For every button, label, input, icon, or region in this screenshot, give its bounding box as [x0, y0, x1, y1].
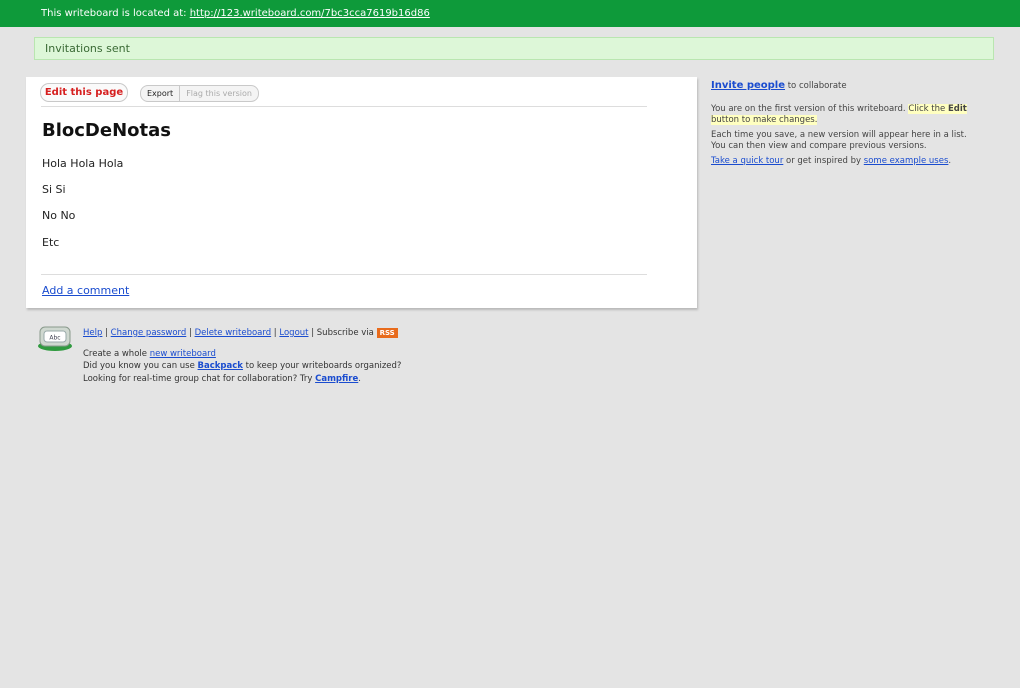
invite-suffix: to collaborate — [787, 81, 847, 91]
help-link[interactable]: Help — [83, 328, 102, 338]
campfire-link[interactable]: Campfire — [315, 374, 358, 384]
example-uses-link[interactable]: some example uses — [864, 156, 949, 166]
backpack-link[interactable]: Backpack — [198, 361, 243, 371]
writeboard-url-link[interactable]: http://123.writeboard.com/7bc3cca7619b16… — [190, 8, 430, 19]
subscribe-text: Subscribe via — [316, 328, 374, 338]
export-button[interactable]: Export — [141, 86, 181, 101]
content-line: No No — [42, 209, 76, 222]
logout-link[interactable]: Logout — [279, 328, 308, 338]
page-title: BlocDeNotas — [42, 120, 171, 141]
writeboard-panel: Edit this page Export Flag this version … — [26, 77, 697, 308]
quick-tour-link[interactable]: Take a quick tour — [711, 156, 783, 166]
inspired-text: or get inspired by — [786, 156, 862, 166]
versions-text: Each time you save, a new version will a… — [711, 130, 967, 151]
svg-text:Abc: Abc — [49, 335, 60, 342]
new-writeboard-link[interactable]: new writeboard — [150, 349, 216, 359]
campfire-text: Looking for real-time group chat for col… — [83, 373, 313, 384]
divider — [41, 106, 647, 107]
sidebar: Invite people to collaborate You are on … — [711, 80, 981, 167]
flag-version-button[interactable]: Flag this version — [180, 86, 258, 101]
location-label: This writeboard is located at: — [41, 8, 187, 19]
invite-people-link[interactable]: Invite people — [711, 80, 785, 91]
writeboard-logo-icon: Abc — [36, 322, 74, 352]
content-line: Si Si — [42, 183, 66, 196]
backpack-text-end: to keep your writeboards organized? — [245, 361, 402, 371]
edit-page-button[interactable]: Edit this page — [40, 83, 128, 102]
first-version-text: You are on the first version of this wri… — [711, 104, 906, 114]
change-password-link[interactable]: Change password — [111, 328, 187, 338]
backpack-text: Did you know you can use — [83, 361, 195, 371]
delete-writeboard-link[interactable]: Delete writeboard — [195, 328, 272, 338]
version-actions: Export Flag this version — [140, 85, 259, 102]
footer: Help | Change password | Delete writeboa… — [83, 327, 402, 384]
top-bar: This writeboard is located at: http://12… — [0, 0, 1020, 27]
create-text: Create a whole — [83, 348, 147, 359]
rss-badge[interactable]: RSS — [376, 327, 398, 338]
content-line: Etc — [42, 236, 60, 249]
flash-message: Invitations sent — [34, 37, 994, 60]
divider — [41, 274, 647, 275]
content-line: Hola Hola Hola — [42, 157, 124, 170]
add-comment-link[interactable]: Add a comment — [42, 284, 129, 297]
